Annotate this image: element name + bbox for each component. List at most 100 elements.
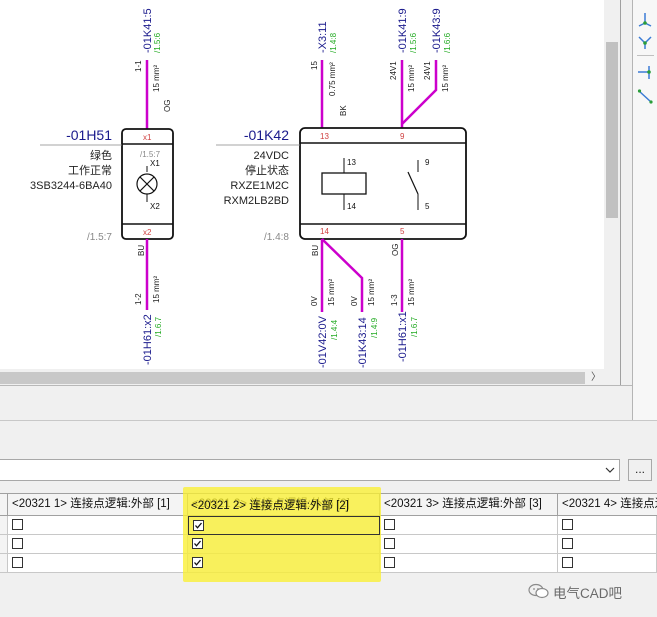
k42-w3-num: 24V1 (423, 61, 432, 80)
k42-w2-label: -01K41:9 (397, 8, 409, 53)
k42-w2-num: 24V1 (389, 61, 398, 80)
h51-top-wire-num: 1-1 (134, 60, 143, 72)
property-panel-header (0, 420, 657, 432)
checkbox[interactable] (384, 538, 395, 549)
k42-w1-label: -X3:11 (317, 21, 329, 53)
connect-corner-icon[interactable] (637, 33, 654, 50)
k42-w3-label: -01K43:9 (431, 8, 443, 53)
grid-corner (0, 493, 8, 516)
grid-cell (558, 554, 657, 573)
checkbox[interactable] (384, 519, 395, 530)
k42-b3-num: 1-3 (390, 294, 399, 306)
k42-term-9: 9 (400, 132, 405, 141)
row-header[interactable] (0, 516, 8, 535)
k42-device-box[interactable] (299, 127, 467, 240)
k42-desc2: 停止状态 (245, 163, 289, 177)
k42-b2-label: -01K43:14 (357, 317, 369, 368)
checkbox-checked[interactable] (193, 520, 204, 531)
grid-cell (558, 535, 657, 554)
h51-bot-wire-size: 15 mm² (152, 276, 161, 303)
highlighted-column-header: <20321 2> 连接点逻辑:外部 [2] (191, 500, 349, 512)
schematic-drawing: -01K41:5 /1.5:6 1-1 15 mm² OG x1 x2 /1.5… (30, 8, 467, 368)
k42-coil-13: 13 (347, 158, 356, 167)
k42-b2-ref: /1.4:9 (370, 317, 379, 338)
k42-b1-size: 15 mm² (327, 279, 336, 306)
checkbox[interactable] (12, 557, 23, 568)
scroll-right-arrow-icon[interactable]: 〉 (591, 373, 601, 383)
wechat-icon (528, 583, 549, 599)
checkbox[interactable] (562, 538, 573, 549)
k42-w3-ref: /1.6:6 (443, 32, 452, 53)
h51-top-wire-color: OG (163, 100, 172, 112)
checkbox[interactable] (384, 557, 395, 568)
h51-desc1: 绿色 (90, 148, 112, 162)
checkbox[interactable] (562, 519, 573, 530)
k42-w2-size: 15 mm² (407, 65, 416, 92)
schematic-canvas[interactable]: -01K41:5 /1.5:6 1-1 15 mm² OG x1 x2 /1.5… (0, 0, 605, 370)
horizontal-scroll-thumb[interactable] (0, 372, 585, 384)
k42-term-14: 14 (320, 227, 329, 236)
grid-cell (8, 554, 188, 573)
column-header-3[interactable]: <20321 3> 连接点逻辑:外部 [3] (380, 493, 558, 516)
h51-desc2: 工作正常 (68, 164, 112, 177)
highlighted-grid-cell (188, 516, 380, 535)
chevron-down-icon (605, 467, 615, 473)
highlighted-grid-cell (188, 554, 380, 573)
row-header[interactable] (0, 535, 8, 554)
right-toolbar (632, 0, 657, 420)
k42-tag: -01K42 (244, 127, 289, 143)
h51-bot-wire-num: 1-2 (134, 293, 143, 305)
ellipsis-button[interactable]: ... (628, 459, 652, 481)
k42-w1-num: 15 (310, 61, 319, 70)
relay-contact-icon (407, 171, 419, 195)
k42-b1-color: BU (311, 245, 320, 256)
property-combo[interactable] (0, 459, 620, 481)
k42-b1-num: 0V (310, 296, 319, 306)
checkbox-checked[interactable] (192, 538, 203, 549)
vertical-scroll-thumb[interactable] (606, 42, 618, 218)
k42-b3-ref: /1.6.7 (410, 316, 419, 337)
k42-ref: /1.4:8 (264, 232, 289, 243)
k42-desc4: RXM2LB2BD (224, 195, 289, 207)
grid-cell (558, 516, 657, 535)
k42-coil-14: 14 (347, 202, 356, 211)
k42-b3-label: -01H61:x1 (397, 311, 409, 362)
k42-b2-size: 15 mm² (367, 279, 376, 306)
h51-ref: /1.5:7 (87, 232, 112, 243)
h51-bot-wire-color: BU (137, 245, 146, 256)
pane-separator[interactable] (620, 0, 632, 420)
k42-w1-color: BK (339, 105, 348, 116)
highlighted-grid-cell (188, 535, 380, 554)
k42-contact-9: 9 (425, 158, 430, 167)
column-header-4[interactable]: <20321 4> 连接点逻辑: (558, 493, 657, 516)
checkbox-checked[interactable] (192, 557, 203, 568)
h51-term-x1: x1 (143, 133, 152, 142)
watermark-text: 电气CAD吧 (553, 586, 623, 601)
k42-b3-color: OG (391, 244, 400, 256)
row-header[interactable] (0, 554, 8, 573)
k42-desc1: 24VDC (254, 150, 290, 162)
relay-coil-icon (321, 172, 367, 195)
h51-bot-wire-label: -01H61:x2 (142, 314, 154, 365)
k42-contact-5: 5 (425, 202, 430, 211)
h51-top-wire-size: 15 mm² (152, 65, 161, 92)
panel-splitter[interactable] (0, 385, 632, 420)
k42-term-5: 5 (400, 227, 405, 236)
connect-down-icon[interactable] (637, 12, 654, 29)
column-header-1[interactable]: <20321 1> 连接点逻辑:外部 [1] (8, 493, 188, 516)
h51-inner-ref: /1.5:7 (140, 150, 161, 159)
k42-b1-ref: /1.4:4 (330, 319, 339, 340)
h51-bot-wire-ref: /1.6.7 (154, 316, 163, 337)
h51-tag: -01H51 (66, 127, 112, 143)
grid-cell (8, 535, 188, 554)
k42-b3-size: 15 mm² (407, 279, 416, 306)
h51-desc3: 3SB3244-6BA40 (30, 180, 112, 192)
checkbox[interactable] (562, 557, 573, 568)
checkbox[interactable] (12, 519, 23, 530)
h51-top-wire-ref: /1.5:6 (153, 32, 162, 53)
k42-w1-size: 0.75 mm² (328, 62, 337, 96)
connect-right-icon[interactable] (637, 64, 654, 81)
checkbox[interactable] (12, 538, 23, 549)
diagonal-line-icon[interactable] (637, 88, 654, 105)
grid-cell (380, 535, 558, 554)
